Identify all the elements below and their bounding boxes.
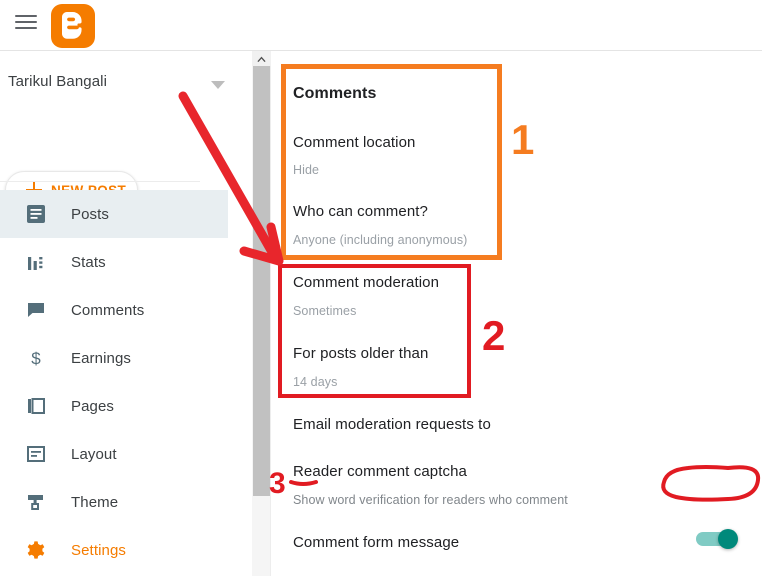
sidebar-item-layout[interactable]: Layout — [0, 430, 228, 478]
pages-icon — [24, 394, 48, 418]
sidebar-item-theme[interactable]: Theme — [0, 478, 228, 526]
sidebar-item-settings[interactable]: Settings — [0, 526, 228, 574]
settings-comments-panel: Comments Comment location Hide Who can c… — [271, 51, 762, 576]
setting-who-can-comment-value: Anyone (including anonymous) — [293, 233, 468, 247]
sidebar-item-label: Settings — [71, 541, 126, 559]
sidebar-item-label: Posts — [71, 205, 110, 223]
sidebar-item-earnings[interactable]: $ Earnings — [0, 334, 228, 382]
sidebar-nav: Posts Stats Comments $ Earnings Pages La… — [0, 190, 252, 574]
blogger-b-glyph — [62, 12, 82, 39]
setting-who-can-comment-label[interactable]: Who can comment? — [293, 203, 428, 220]
stats-icon — [24, 250, 48, 274]
setting-reader-captcha-description: Show word verification for readers who c… — [293, 493, 568, 507]
setting-comment-form-message-label[interactable]: Comment form message — [293, 534, 459, 551]
app-window: Tarikul Bangali NEW POST Posts Stats — [0, 0, 762, 576]
sidebar-item-label: Layout — [71, 445, 117, 463]
hamburger-menu-icon[interactable] — [15, 13, 37, 31]
sidebar-item-posts[interactable]: Posts — [0, 190, 228, 238]
sidebar-item-label: Stats — [71, 253, 106, 271]
comments-icon — [24, 298, 48, 322]
account-name: Tarikul Bangali — [8, 73, 108, 90]
chevron-down-icon[interactable] — [211, 81, 225, 89]
sidebar-item-label: Pages — [71, 397, 115, 415]
theme-icon — [24, 490, 48, 514]
setting-comment-location-label[interactable]: Comment location — [293, 134, 416, 151]
blogger-logo-icon[interactable] — [51, 4, 95, 48]
toggle-knob — [718, 529, 738, 549]
sidebar-divider — [0, 181, 200, 182]
svg-text:$: $ — [31, 349, 41, 368]
setting-posts-older-than-value: 14 days — [293, 375, 338, 389]
left-sidebar: Tarikul Bangali NEW POST Posts Stats — [0, 51, 252, 576]
sidebar-item-label: Comments — [71, 301, 145, 319]
setting-comment-moderation-value: Sometimes — [293, 304, 357, 318]
page-scrollbar[interactable] — [252, 51, 271, 576]
sidebar-item-pages[interactable]: Pages — [0, 382, 228, 430]
setting-reader-captcha-label[interactable]: Reader comment captcha — [293, 463, 467, 480]
sidebar-item-comments[interactable]: Comments — [0, 286, 228, 334]
chevron-up-icon[interactable] — [252, 51, 271, 66]
posts-icon — [24, 202, 48, 226]
app-header — [0, 0, 762, 51]
setting-comment-moderation-label[interactable]: Comment moderation — [293, 274, 439, 291]
layout-icon — [24, 442, 48, 466]
account-selector[interactable]: Tarikul Bangali — [0, 71, 252, 105]
setting-comment-location-value: Hide — [293, 163, 320, 177]
page-title: Comments — [293, 85, 377, 102]
reader-comment-captcha-toggle[interactable] — [696, 529, 740, 549]
setting-email-moderation-label[interactable]: Email moderation requests to — [293, 416, 491, 433]
sidebar-item-label: Earnings — [71, 349, 132, 367]
scrollbar-thumb[interactable] — [253, 66, 270, 496]
sidebar-item-stats[interactable]: Stats — [0, 238, 228, 286]
setting-posts-older-than-label[interactable]: For posts older than — [293, 345, 428, 362]
sidebar-item-label: Theme — [71, 493, 119, 511]
gear-icon — [24, 538, 48, 562]
dollar-icon: $ — [24, 346, 48, 370]
